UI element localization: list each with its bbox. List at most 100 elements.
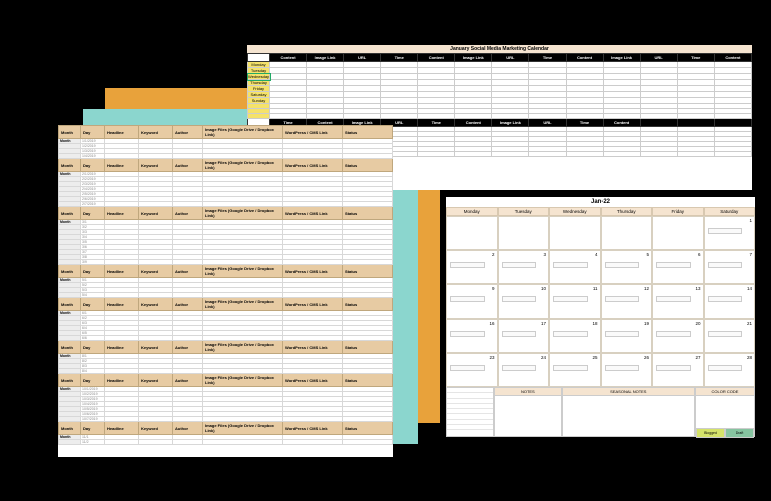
day-cell[interactable]: 10: [498, 284, 550, 318]
content-cell[interactable]: [283, 440, 343, 445]
content-col-header: Image Files (Google Drive / Dropbox Link…: [203, 126, 283, 139]
content-col-header: Day: [81, 298, 105, 311]
day-cell[interactable]: 16: [446, 319, 498, 353]
day-cell[interactable]: 27: [652, 353, 704, 387]
day-entry-box[interactable]: [502, 262, 537, 268]
day-cell[interactable]: 18: [549, 319, 601, 353]
day-entry-box[interactable]: [553, 365, 588, 371]
day-cell[interactable]: 13: [652, 284, 704, 318]
content-cell[interactable]: [343, 440, 393, 445]
mkt-cell[interactable]: [714, 152, 751, 157]
day-cell[interactable]: 20: [652, 319, 704, 353]
content-col-header: Author: [173, 207, 203, 220]
day-cell[interactable]: [601, 216, 653, 250]
day-cell[interactable]: [549, 216, 601, 250]
day-cell[interactable]: 7: [704, 250, 756, 284]
day-number: 18: [592, 321, 597, 326]
content-cell[interactable]: [203, 440, 283, 445]
content-cell[interactable]: [173, 440, 203, 445]
mkt-cell[interactable]: [640, 152, 677, 157]
day-entry-box[interactable]: [708, 365, 743, 371]
content-col-header: WordPress / CMS Link: [283, 159, 343, 172]
day-cell[interactable]: 28: [704, 353, 756, 387]
day-cell[interactable]: [498, 216, 550, 250]
day-entry-box[interactable]: [656, 331, 691, 337]
content-col-header: Status: [343, 126, 393, 139]
day-entry-box[interactable]: [656, 296, 691, 302]
day-cell[interactable]: 4: [549, 250, 601, 284]
mkt-cell[interactable]: [603, 152, 640, 157]
day-cell[interactable]: 1: [704, 216, 756, 250]
cc-draft: Draft: [725, 428, 754, 439]
content-col-header: Status: [343, 159, 393, 172]
day-cell[interactable]: 6: [652, 250, 704, 284]
mkt-cell[interactable]: [455, 152, 492, 157]
mkt-col-header: Time: [381, 54, 418, 62]
day-entry-box[interactable]: [450, 262, 485, 268]
mkt-cell[interactable]: [492, 152, 529, 157]
content-col-header: Keyword: [139, 159, 173, 172]
day-cell[interactable]: 11: [549, 284, 601, 318]
day-entry-box[interactable]: [708, 262, 743, 268]
day-entry-box[interactable]: [656, 365, 691, 371]
day-entry-box[interactable]: [605, 365, 640, 371]
day-entry-box[interactable]: [502, 331, 537, 337]
content-col-header: WordPress / CMS Link: [283, 374, 343, 387]
day-entry-box[interactable]: [450, 331, 485, 337]
mkt-cell[interactable]: [677, 152, 714, 157]
day-number: 13: [695, 286, 700, 291]
day-entry-box[interactable]: [605, 331, 640, 337]
day-cell[interactable]: 17: [498, 319, 550, 353]
day-number: 21: [747, 321, 752, 326]
day-entry-box[interactable]: [605, 262, 640, 268]
day-cell[interactable]: 14: [704, 284, 756, 318]
month-footer: NOTES SEASONAL NOTES COLOR CODE Blogged …: [446, 387, 755, 437]
day-entry-box[interactable]: [708, 331, 743, 337]
mkt-cell[interactable]: [566, 152, 603, 157]
day-entry-box[interactable]: [656, 262, 691, 268]
day-number: 19: [644, 321, 649, 326]
content-col-header: Author: [173, 298, 203, 311]
marketing-title: January Social Media Marketing Calendar: [247, 45, 752, 53]
day-entry-box[interactable]: [450, 296, 485, 302]
content-col-header: Keyword: [139, 265, 173, 278]
mkt-cell[interactable]: [529, 152, 566, 157]
day-number: 27: [695, 355, 700, 360]
day-cell[interactable]: 5: [601, 250, 653, 284]
day-cell[interactable]: [652, 216, 704, 250]
day-cell[interactable]: 25: [549, 353, 601, 387]
day-cell[interactable]: [446, 216, 498, 250]
day-number: 12: [644, 286, 649, 291]
day-entry-box[interactable]: [553, 296, 588, 302]
day-cell[interactable]: 26: [601, 353, 653, 387]
day-cell[interactable]: 9: [446, 284, 498, 318]
content-col-header: Month: [59, 207, 81, 220]
day-cell[interactable]: 21: [704, 319, 756, 353]
day-entry-box[interactable]: [708, 296, 743, 302]
content-cell[interactable]: [105, 440, 139, 445]
content-col-header: Headline: [105, 207, 139, 220]
day-entry-box[interactable]: [502, 365, 537, 371]
content-col-header: Keyword: [139, 374, 173, 387]
day-cell[interactable]: 2: [446, 250, 498, 284]
day-entry-box[interactable]: [553, 331, 588, 337]
day-cell[interactable]: 3: [498, 250, 550, 284]
mkt-cell[interactable]: [418, 152, 455, 157]
mkt-col-header: Image Link: [603, 54, 640, 62]
day-entry-box[interactable]: [553, 262, 588, 268]
notes-header: NOTES: [495, 388, 561, 396]
content-col-header: Day: [81, 341, 105, 354]
content-col-header: Image Files (Google Drive / Dropbox Link…: [203, 341, 283, 354]
day-entry-box[interactable]: [605, 296, 640, 302]
day-cell[interactable]: 19: [601, 319, 653, 353]
day-cell[interactable]: 24: [498, 353, 550, 387]
content-col-header: WordPress / CMS Link: [283, 126, 343, 139]
day-entry-box[interactable]: [708, 228, 743, 234]
day-cell[interactable]: 12: [601, 284, 653, 318]
content-col-header: Day: [81, 126, 105, 139]
day-entry-box[interactable]: [450, 365, 485, 371]
content-cell[interactable]: [139, 440, 173, 445]
content-col-header: Day: [81, 265, 105, 278]
day-entry-box[interactable]: [502, 296, 537, 302]
day-cell[interactable]: 23: [446, 353, 498, 387]
